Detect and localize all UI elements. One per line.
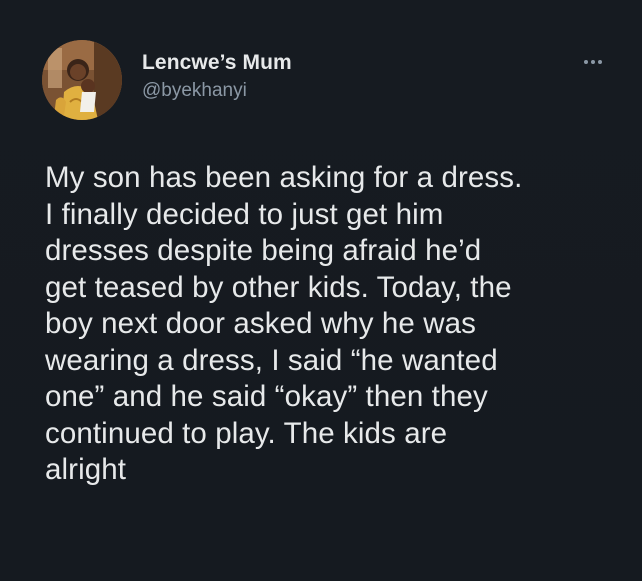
profile-photo-icon	[42, 40, 122, 120]
more-options-button[interactable]	[578, 52, 608, 72]
more-horizontal-icon	[598, 60, 602, 64]
avatar[interactable]	[42, 40, 122, 120]
more-horizontal-icon	[584, 60, 588, 64]
tweet-header: Lencwe’s Mum @byekhanyi	[42, 40, 618, 120]
more-horizontal-icon	[591, 60, 595, 64]
display-name[interactable]: Lencwe’s Mum	[142, 50, 292, 76]
username-handle[interactable]: @byekhanyi	[142, 78, 292, 104]
tweet-text: My son has been asking for a dress. I fi…	[45, 161, 523, 486]
tweet-card: Lencwe’s Mum @byekhanyi My son has been …	[0, 0, 642, 581]
author-names: Lencwe’s Mum @byekhanyi	[142, 50, 292, 104]
